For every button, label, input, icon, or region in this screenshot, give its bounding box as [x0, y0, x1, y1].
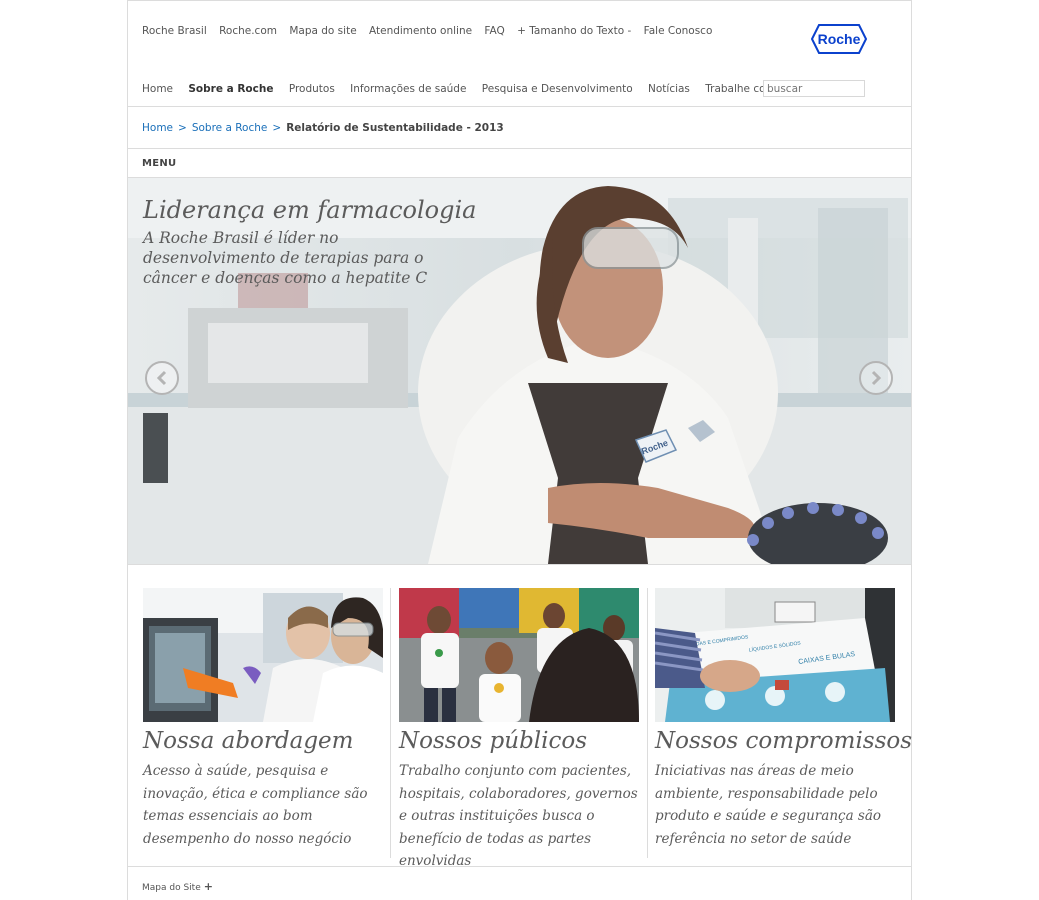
- breadcrumb-divider: [128, 148, 911, 149]
- top-link-online-service[interactable]: Atendimento online: [369, 25, 472, 37]
- menu-toggle[interactable]: MENU: [142, 158, 176, 169]
- top-link-roche-brasil[interactable]: Roche Brasil: [142, 25, 207, 37]
- carousel-prev-button[interactable]: [145, 361, 179, 395]
- top-link-roche-com[interactable]: Roche.com: [219, 25, 277, 37]
- breadcrumb: Home > Sobre a Roche > Relatório de Sustenta…: [142, 122, 504, 134]
- card-separator: [390, 588, 391, 858]
- card-nossa-abordagem[interactable]: Nossa abordagem Acesso à saúde, pesquisa…: [143, 588, 383, 850]
- top-link-site-map[interactable]: Mapa do site: [289, 25, 356, 37]
- breadcrumb-current: Relatório de Sustentabilidade - 2013: [286, 122, 504, 134]
- plus-icon: +: [203, 880, 213, 893]
- search-input[interactable]: [763, 80, 865, 97]
- nav-about-roche[interactable]: Sobre a Roche: [188, 83, 273, 95]
- nav-news[interactable]: Notícias: [648, 83, 690, 95]
- footer-site-map-toggle[interactable]: Mapa do Site +: [142, 880, 213, 893]
- roche-logo[interactable]: Roche: [811, 23, 867, 55]
- card-image-students: [399, 588, 639, 722]
- page-container: Roche Brasil Roche.com Mapa do site Aten…: [127, 0, 912, 900]
- top-link-contact[interactable]: Fale Conosco: [644, 25, 713, 37]
- card-nossos-publicos[interactable]: Nossos públicos Trabalho conjunto com pa…: [399, 588, 639, 873]
- carousel-next-button[interactable]: [859, 361, 893, 395]
- logo-text: Roche: [818, 31, 861, 47]
- card-nossos-compromissos[interactable]: CAIXAS E BULAS LÍQUIDOS E SÓLIDOS POMADA…: [655, 588, 912, 850]
- breadcrumb-about[interactable]: Sobre a Roche: [192, 122, 268, 134]
- breadcrumb-home[interactable]: Home: [142, 122, 173, 134]
- card-title[interactable]: Nossa abordagem: [143, 728, 383, 754]
- top-link-faq[interactable]: FAQ: [484, 25, 504, 37]
- card-description: Acesso à saúde, pesquisa e inovação, éti…: [143, 763, 368, 847]
- nav-research[interactable]: Pesquisa e Desenvolvimento: [482, 83, 633, 95]
- main-nav: Home Sobre a Roche Produtos Informações …: [142, 83, 808, 95]
- chevron-right-icon: [871, 370, 882, 386]
- card-image-recycling: CAIXAS E BULAS LÍQUIDOS E SÓLIDOS POMADA…: [655, 588, 895, 722]
- card-description: Trabalho conjunto com pacientes, hospita…: [399, 763, 638, 869]
- breadcrumb-separator: >: [272, 122, 282, 134]
- nav-products[interactable]: Produtos: [289, 83, 335, 95]
- hero-subtitle: A Roche Brasil é líder no desenvolviment…: [143, 229, 428, 287]
- hero-carousel: Roche Liderança em farmacologia A Roche …: [128, 178, 911, 564]
- hero-title: Liderança em farmacologia: [143, 196, 477, 224]
- header-divider: [128, 106, 911, 107]
- hero-divider: [128, 564, 911, 565]
- footer-divider: [128, 866, 911, 867]
- card-description: Iniciativas nas áreas de meio ambiente, …: [655, 763, 882, 847]
- nav-home[interactable]: Home: [142, 83, 173, 95]
- footer-site-map-label: Mapa do Site: [142, 883, 201, 893]
- top-links: Roche Brasil Roche.com Mapa do site Aten…: [142, 25, 721, 37]
- card-image-research: [143, 588, 383, 722]
- top-link-text-size[interactable]: + Tamanho do Texto -: [517, 25, 631, 37]
- nav-health-info[interactable]: Informações de saúde: [350, 83, 466, 95]
- card-title[interactable]: Nossos públicos: [399, 728, 639, 754]
- breadcrumb-separator: >: [178, 122, 187, 134]
- card-separator: [647, 588, 648, 858]
- card-title[interactable]: Nossos compromissos: [655, 728, 912, 754]
- chevron-left-icon: [156, 370, 167, 386]
